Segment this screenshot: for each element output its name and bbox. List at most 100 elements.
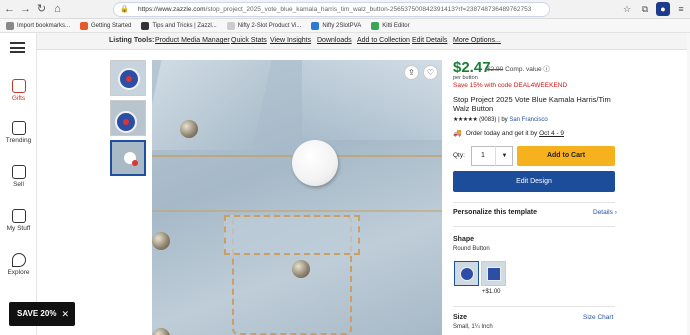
import-icon [6,21,14,30]
jacket-seam [152,210,442,212]
shape-option-square[interactable] [481,261,506,286]
sidebar-item-gifts[interactable]: Gifts [0,79,37,102]
address-bar[interactable]: 🔒 https://www.zazzle.com/stop_project_20… [113,2,550,17]
page-icon [226,21,235,30]
size-heading: Size [453,314,468,321]
jacket-collar [152,60,272,150]
rivet [152,328,170,335]
delivery-estimate: 🚚 Order today and get it by Oct 4 - 9 [453,130,565,137]
tool-link-more-options[interactable]: More Options... [453,37,501,44]
tool-link-downloads[interactable]: Downloads [317,37,352,44]
bookmark-item[interactable]: Getting Started [80,21,131,30]
rivet [292,260,310,278]
info-icon[interactable]: ⓘ [543,66,550,73]
edit-design-button[interactable]: Edit Design [453,171,615,192]
thumbnail-selected[interactable] [110,140,146,176]
sidebar-item-trending[interactable]: Trending [0,121,37,144]
zazzle-icon [141,21,150,30]
shape-value: Round Button [453,246,490,252]
size-value: Small, 1¼ Inch [453,324,493,330]
jacket-pocket-flap [224,215,360,255]
rivet [152,232,170,250]
globe-icon [311,21,320,30]
heart-icon[interactable]: ♡ [423,65,438,80]
divider [453,306,615,307]
tool-link-media-manager[interactable]: Product Media Manager [155,37,230,44]
personalize-heading: Personalize this template [453,209,538,216]
sidebar-item-my-stuff[interactable]: My Stuff [0,209,37,232]
size-chart-link[interactable]: Size Chart [583,314,613,321]
button-thumb-icon [118,68,140,90]
truck-icon: 🚚 [453,130,462,137]
thumbnail-gallery [110,60,148,180]
url-host: https://www.zazzle.com [138,6,206,13]
extensions-icon[interactable]: ⧉ [638,2,652,16]
thumbnail[interactable] [110,100,146,136]
tool-link-quick-stats[interactable]: Quick Stats [231,37,267,44]
bookmark-item[interactable]: Nifty 2-Slot Product Vi... [226,21,301,30]
pin-button-preview [292,140,338,186]
rating-row: ★★★★★ (9083) | by San Francisco [453,117,548,123]
product-main-image[interactable]: ⇪ ♡ [152,60,442,335]
forward-arrow-icon[interactable]: → [19,3,32,16]
close-icon[interactable]: ✕ [61,302,69,326]
star-icon[interactable]: ☆ [620,2,634,16]
browser-toolbar: ← → ↻ ⌂ 🔒 https://www.zazzle.com/stop_pr… [0,0,690,19]
divider [453,202,615,203]
url-path: /stop_project_2025_vote_blue_kamala_harr… [205,6,532,13]
tool-link-view-insights[interactable]: View Insights [270,37,311,44]
chevron-right-icon: › [614,209,617,216]
bookmark-item[interactable]: Nifty 2SlotPVA [311,21,361,30]
tool-link-edit-details[interactable]: Edit Details [412,37,447,44]
firefox-icon [80,21,89,30]
account-icon[interactable]: ● [656,2,670,16]
product-title: Stop Project 2025 Vote Blue Kamala Harri… [453,95,611,113]
comp-value: $2.90 Comp. value ⓘ [487,66,550,73]
bookmark-item[interactable]: Import bookmarks... [6,21,70,30]
seller-link[interactable]: San Francisco [509,117,547,123]
bookmarks-bar: Import bookmarks... Getting Started Tips… [0,19,690,33]
listing-tools-title: Listing Tools: [109,37,155,44]
menu-icon[interactable]: ≡ [674,2,688,16]
chevron-down-icon[interactable]: ▼ [495,146,513,166]
add-to-cart-button[interactable]: Add to Cart [517,146,615,166]
price-unit: per button [453,75,478,81]
location-icon [11,253,26,267]
details-link[interactable]: Details › [593,209,617,216]
hamburger-menu-icon[interactable] [10,42,25,53]
round-button-icon [460,267,474,281]
rating-count[interactable]: (9083) [479,117,496,123]
promo-banner[interactable]: SAVE 20% ✕ [9,302,75,326]
star-rating-icon: ★★★★★ [453,117,478,123]
old-price: $2.90 [487,66,504,73]
shape-option-round[interactable] [454,261,479,286]
thumbnail[interactable] [110,60,146,96]
kitti-icon [371,21,380,30]
button-thumb-icon [115,111,137,133]
reload-icon[interactable]: ↻ [35,3,48,16]
sidebar-item-sell[interactable]: Sell [0,165,37,188]
sell-icon [11,165,26,179]
shape-option-price: +$1.00 [482,289,501,295]
promo-code-text: Save 15% with code DEAL4WEEKEND [453,82,568,89]
gift-icon [11,79,26,93]
rivet [180,120,198,138]
trending-icon [11,121,26,135]
square-button-icon [487,267,501,281]
tool-link-add-to-collection[interactable]: Add to Collection [357,37,410,44]
delivery-date-link[interactable]: Oct 4 - 9 [539,130,564,137]
back-arrow-icon[interactable]: ← [3,3,16,16]
share-icon[interactable]: ⇪ [404,65,419,80]
bookmark-item[interactable]: Tips and Tricks | Zazzl... [141,21,217,30]
qty-label: Qty: [453,152,465,159]
sidebar: Gifts Trending Sell My Stuff Explore [0,33,37,335]
divider [453,226,615,227]
button-thumb-icon [124,152,138,166]
price: $2.47 [453,59,491,76]
bookmark-item[interactable]: Kitti Editor [371,21,410,30]
lock-icon: 🔒 [120,6,129,13]
sidebar-item-explore[interactable]: Explore [0,253,37,276]
home-icon[interactable]: ⌂ [51,3,64,16]
listing-tools-bar: Listing Tools: Product Media Manager Qui… [0,33,690,50]
shape-heading: Shape [453,236,475,243]
